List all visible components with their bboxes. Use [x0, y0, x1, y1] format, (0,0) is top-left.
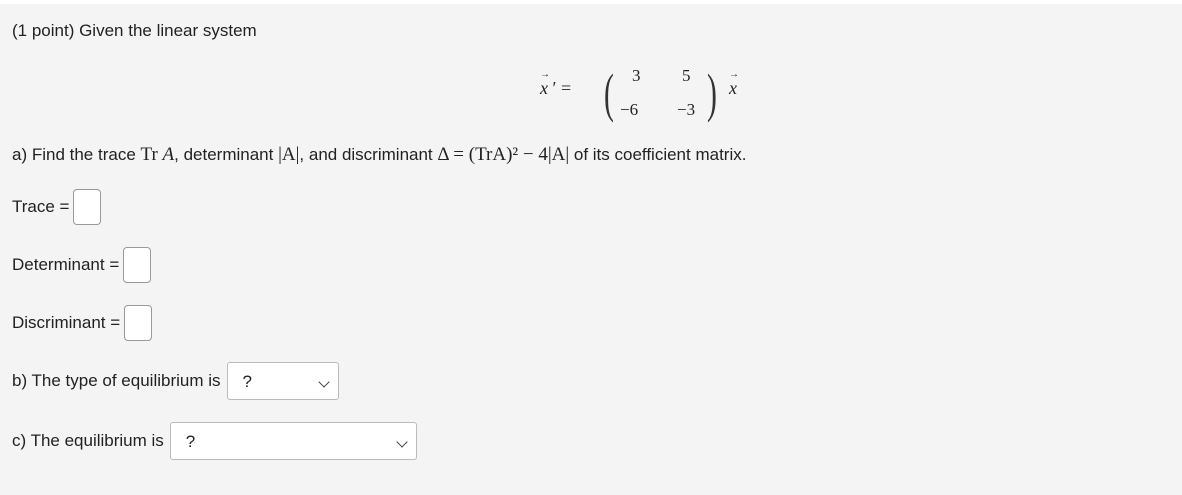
- matrix-cell-2-2: −3: [677, 100, 696, 119]
- problem-intro: (1 point) Given the linear system: [12, 21, 257, 40]
- determinant-label: Determinant =: [12, 255, 120, 274]
- part-c-row: c) The equilibrium is ?: [12, 422, 417, 460]
- discriminant-input[interactable]: [124, 305, 153, 341]
- vector-x-prime: x: [540, 69, 550, 99]
- system-equation: x ′ = ( 3 5 −6 −3 ) x: [540, 62, 760, 128]
- equilibrium-stability-select[interactable]: ?: [169, 422, 417, 460]
- matrix-cell-1-2: 5: [682, 66, 691, 85]
- discriminant-row: Discriminant =: [12, 305, 153, 341]
- left-paren: (: [604, 63, 614, 123]
- part-a-question: a) Find the trace Tr A, determinant |A|,…: [12, 144, 747, 165]
- right-paren: ): [707, 63, 717, 123]
- equation-lhs: x ′ =: [540, 69, 571, 99]
- part-c-label: c) The equilibrium is: [12, 431, 164, 450]
- trace-input[interactable]: [73, 189, 102, 225]
- trace-row: Trace =: [12, 189, 102, 225]
- equilibrium-stability-value: ?: [185, 432, 196, 451]
- vector-x: x: [729, 69, 739, 99]
- part-b-row: b) The type of equilibrium is ?: [12, 362, 339, 400]
- top-border: [0, 0, 1182, 4]
- chevron-down-icon: [396, 436, 408, 448]
- trace-label: Trace =: [12, 197, 70, 216]
- part-b-label: b) The type of equilibrium is: [12, 371, 221, 390]
- equilibrium-type-value: ?: [242, 372, 252, 391]
- equation-rhs: x: [729, 69, 739, 99]
- equilibrium-type-select[interactable]: ?: [226, 362, 339, 400]
- discriminant-label: Discriminant =: [12, 313, 121, 332]
- determinant-row: Determinant =: [12, 247, 152, 283]
- determinant-input[interactable]: [123, 247, 152, 283]
- matrix-cell-2-1: −6: [620, 100, 639, 119]
- matrix-cell-1-1: 3: [632, 66, 641, 85]
- chevron-down-icon: [317, 376, 330, 388]
